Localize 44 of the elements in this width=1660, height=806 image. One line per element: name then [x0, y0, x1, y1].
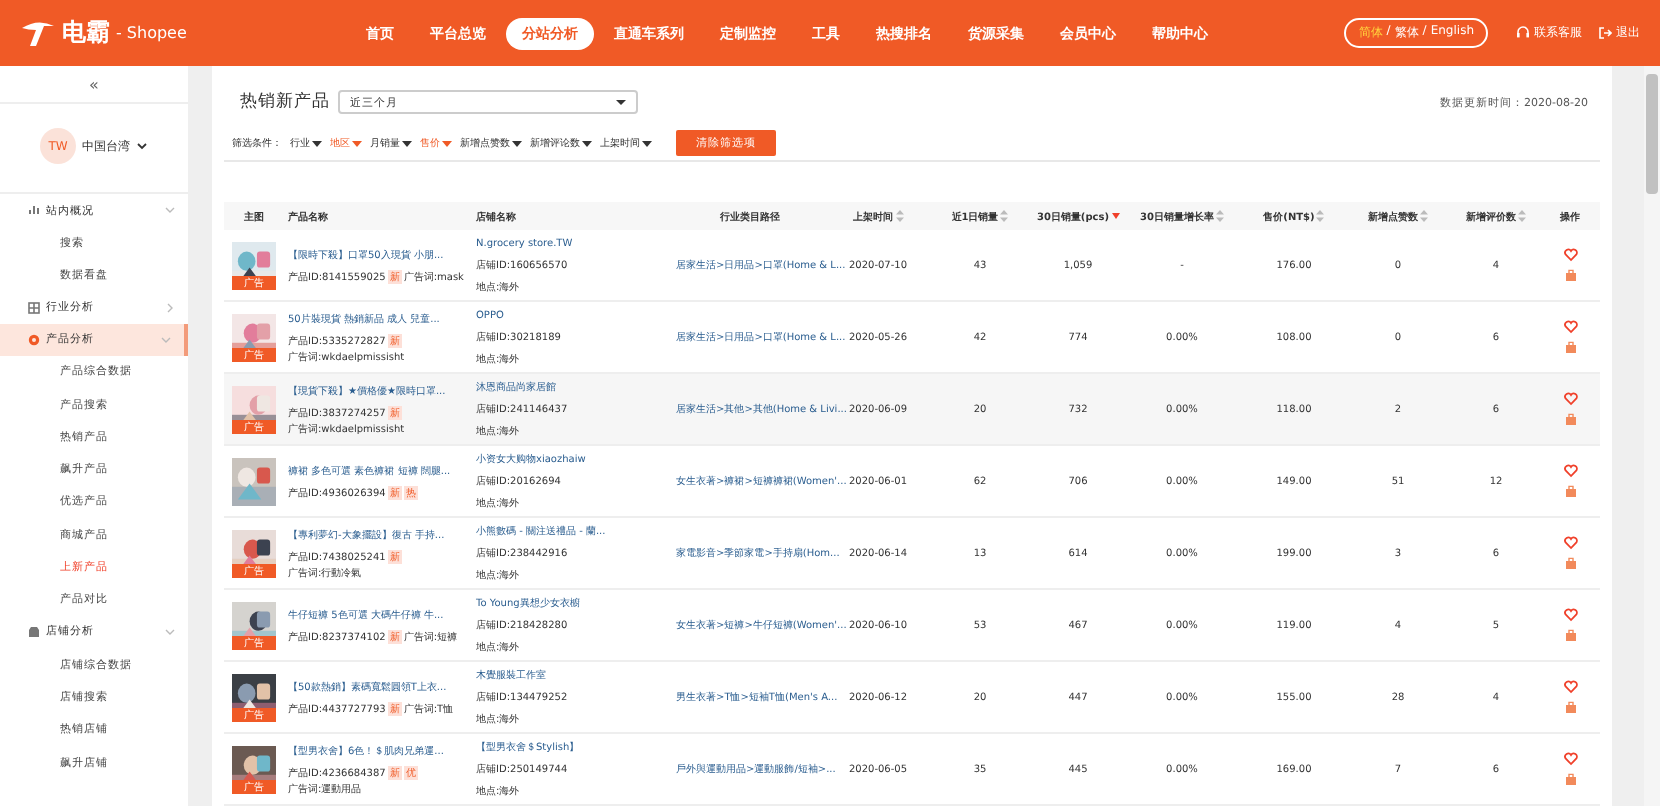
caret-icon[interactable]: [616, 98, 626, 107]
bag-icon[interactable]: [1563, 412, 1577, 426]
headset-icon[interactable]: [1516, 26, 1530, 40]
logo-text: 电霸: [62, 16, 110, 50]
caret-icon[interactable]: [582, 139, 592, 148]
chevron-down-icon[interactable]: [136, 140, 148, 152]
bag-icon[interactable]: [1563, 556, 1577, 570]
platform-label: - Shopee: [116, 24, 187, 42]
grid-icon: [28, 301, 40, 314]
chevron-icon[interactable]: [164, 204, 176, 216]
caret-icon[interactable]: [312, 139, 322, 148]
heart-icon[interactable]: [1563, 320, 1577, 334]
heart-icon[interactable]: [1563, 392, 1577, 406]
sort-descending-icon[interactable]: [1111, 210, 1120, 222]
bag-icon[interactable]: [1563, 484, 1577, 498]
chevron-icon[interactable]: [164, 301, 176, 314]
heart-icon[interactable]: [1563, 464, 1577, 478]
bag-icon[interactable]: [1563, 772, 1577, 786]
heart-icon[interactable]: [1563, 536, 1577, 550]
sort-icon[interactable]: [1420, 210, 1428, 222]
sort-icon[interactable]: [1316, 210, 1325, 222]
page-title: 热销新产品: [240, 90, 330, 115]
bag-icon[interactable]: [1563, 700, 1577, 714]
caret-icon[interactable]: [512, 139, 522, 148]
heart-icon[interactable]: [1563, 752, 1577, 766]
sort-icon[interactable]: [1000, 210, 1009, 222]
caret-icon[interactable]: [402, 139, 412, 148]
chevron-icon[interactable]: [164, 625, 176, 638]
heart-icon[interactable]: [1563, 608, 1577, 622]
sort-icon[interactable]: [895, 210, 903, 222]
chart-icon: [28, 204, 40, 216]
bag-icon[interactable]: [1563, 340, 1577, 354]
bag-icon[interactable]: [1563, 268, 1577, 282]
sort-icon[interactable]: [1215, 210, 1224, 222]
sort-icon[interactable]: [1518, 210, 1526, 222]
logo-icon: [20, 19, 56, 47]
caret-icon[interactable]: [642, 139, 652, 148]
bag-icon[interactable]: [1563, 628, 1577, 642]
store-icon: [28, 625, 40, 638]
collapse-toggle[interactable]: «: [89, 75, 99, 93]
scrollbar-thumb[interactable]: [1646, 74, 1658, 194]
heart-icon[interactable]: [1563, 680, 1577, 694]
logout-icon[interactable]: [1598, 26, 1612, 40]
heart-icon[interactable]: [1563, 248, 1577, 262]
